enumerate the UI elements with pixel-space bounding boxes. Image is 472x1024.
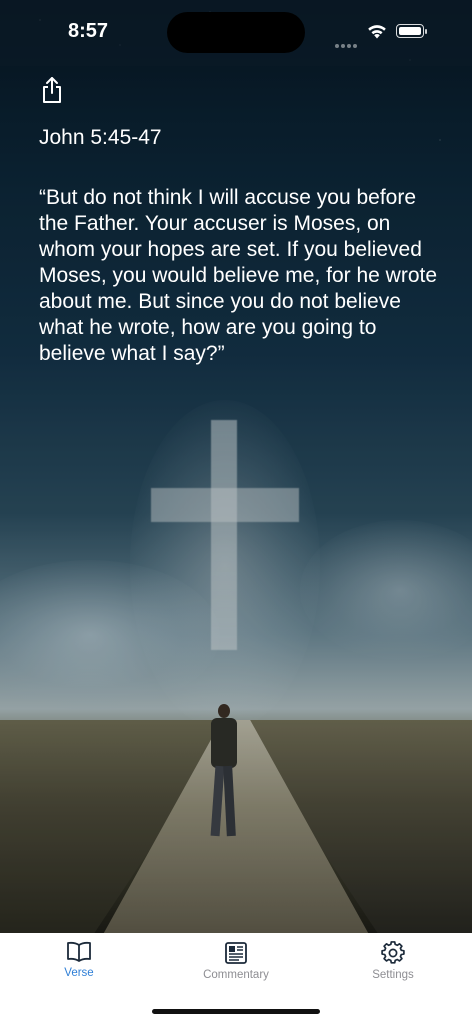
status-time: 8:57: [68, 20, 109, 42]
tab-verse[interactable]: Verse: [19, 941, 139, 991]
gear-icon: [381, 941, 405, 964]
tab-settings-label: Settings: [372, 969, 414, 981]
wifi-icon: [368, 25, 386, 39]
tab-commentary[interactable]: Commentary: [176, 941, 296, 991]
verse-reference: John 5:45-47: [39, 126, 162, 149]
battery-icon: [396, 24, 427, 38]
home-indicator[interactable]: [152, 1009, 320, 1014]
share-icon[interactable]: [40, 76, 64, 104]
book-icon: [67, 941, 91, 962]
tab-bar: Verse Commentary Settings: [0, 933, 472, 1024]
tab-verse-label: Verse: [64, 967, 94, 979]
tab-settings[interactable]: Settings: [333, 941, 453, 991]
newspaper-icon: [225, 942, 247, 964]
verse-text: “But do not think I will accuse you befo…: [39, 186, 438, 365]
signal-dots: [335, 35, 359, 48]
status-bar: 8:57: [0, 0, 472, 64]
tab-commentary-label: Commentary: [203, 969, 269, 981]
dynamic-island: [167, 12, 305, 53]
